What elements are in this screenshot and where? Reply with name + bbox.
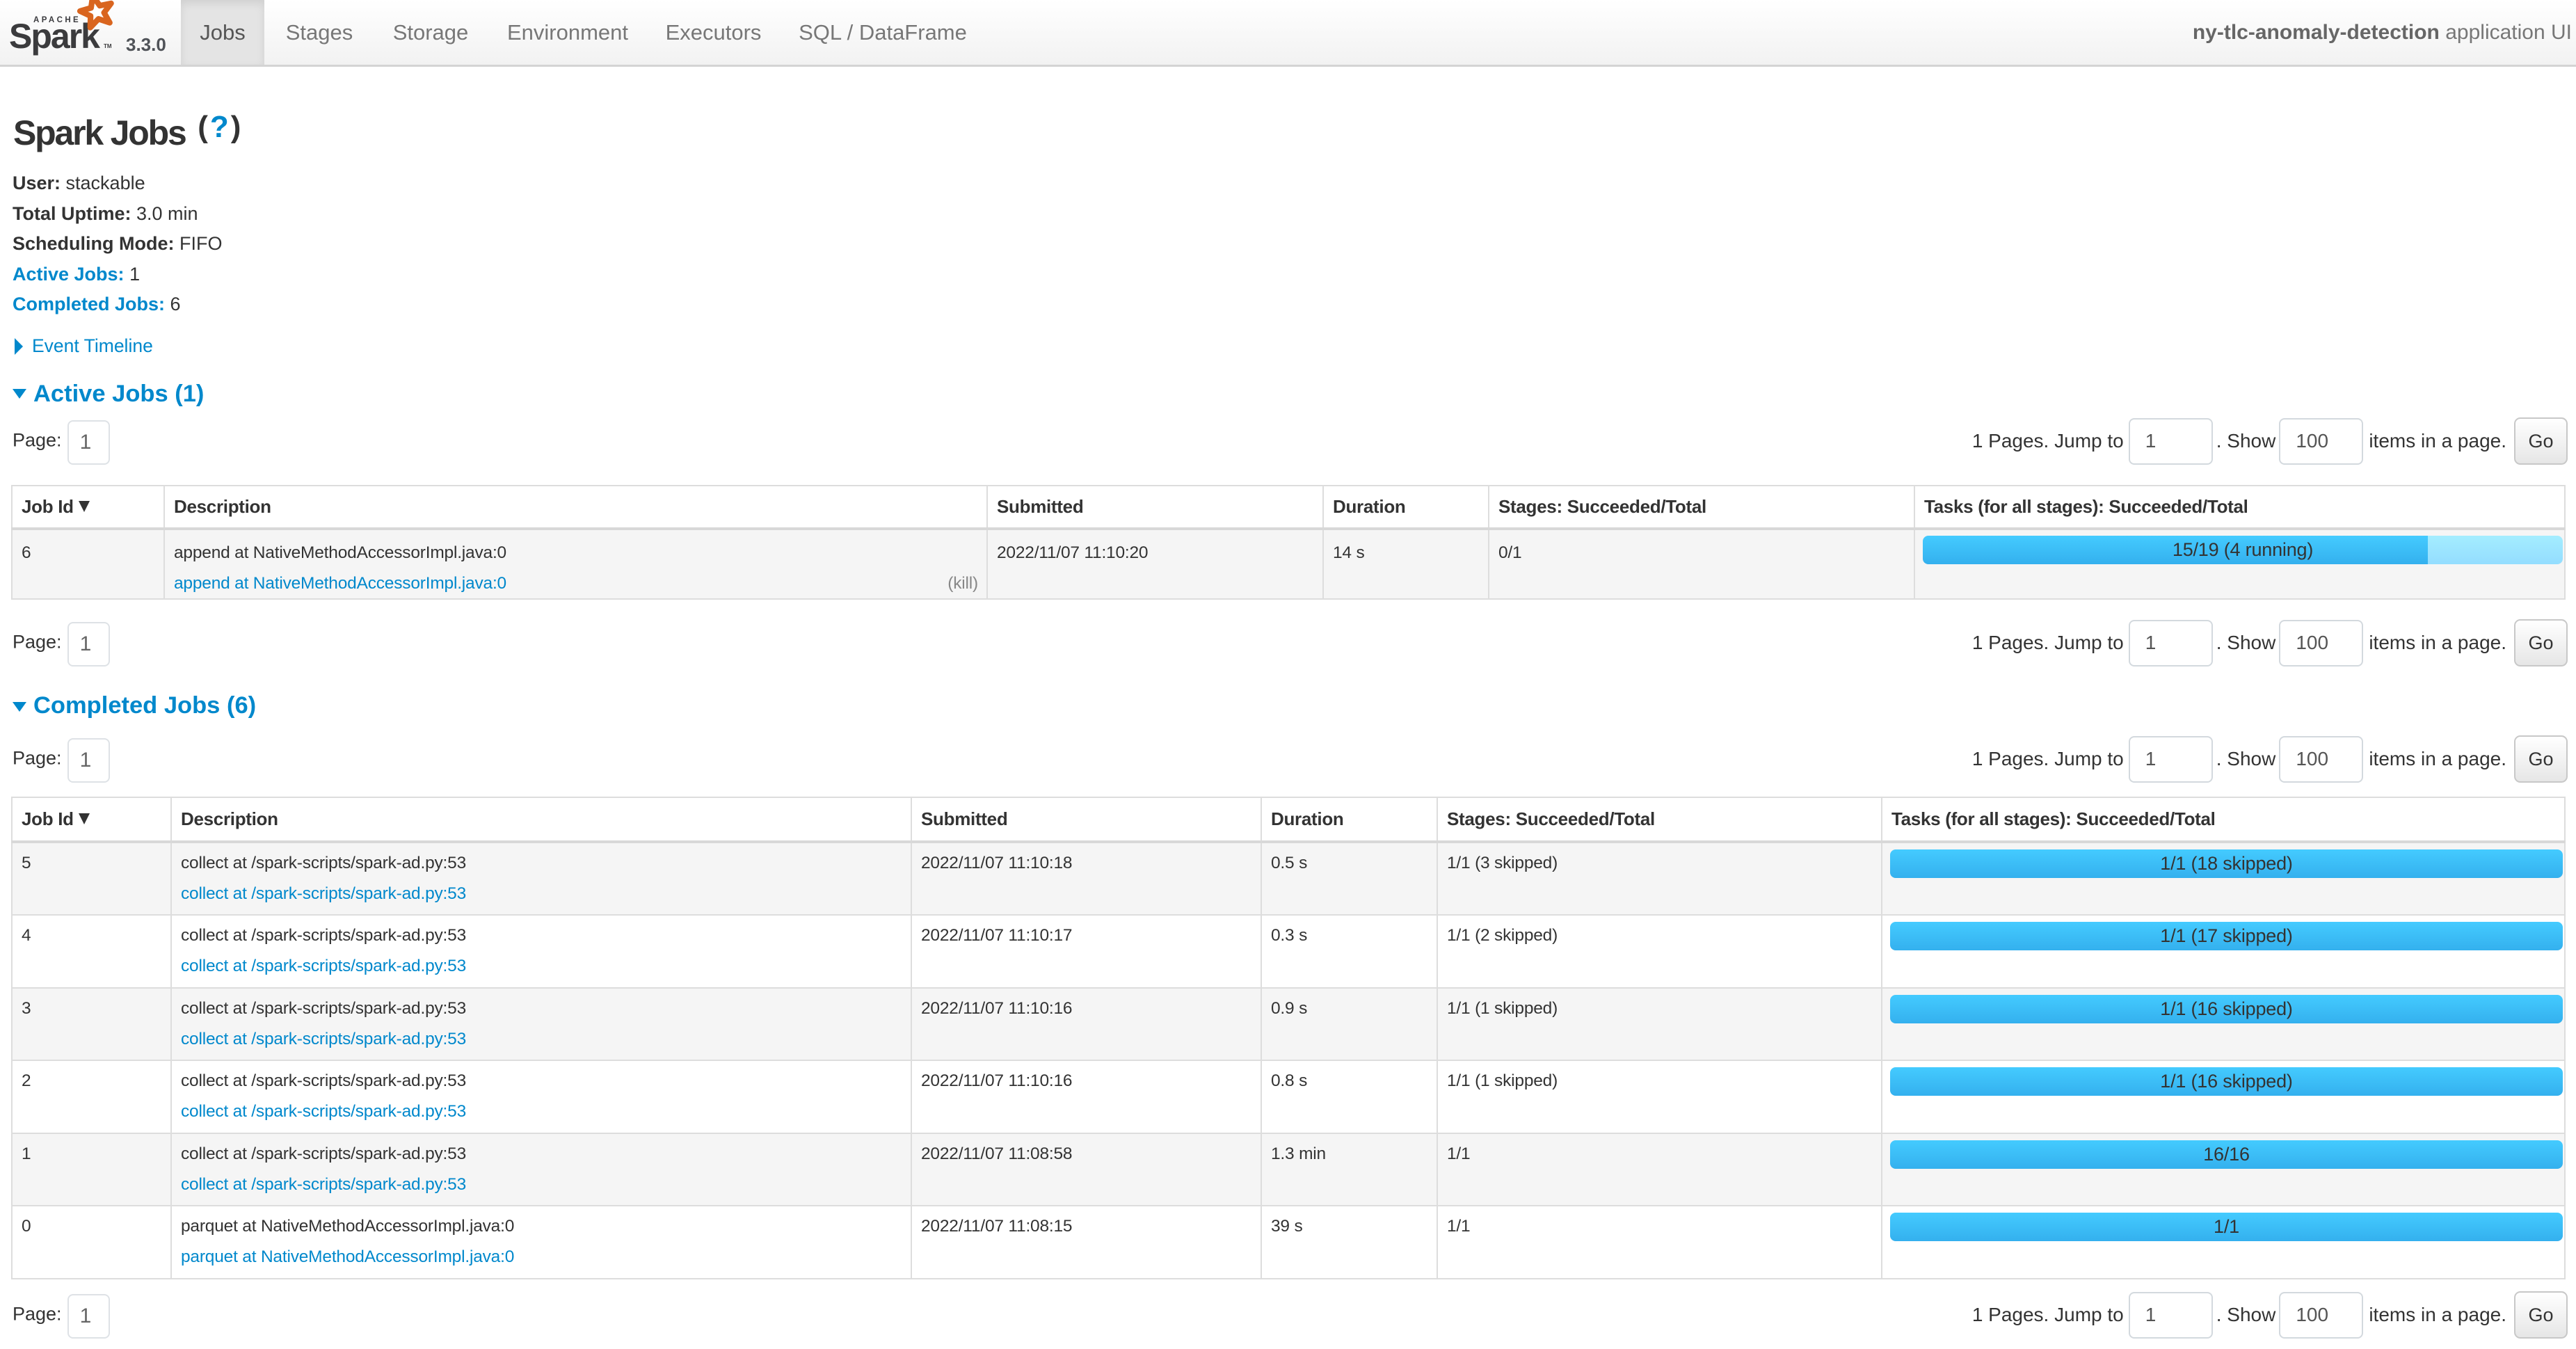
svg-text:Spark: Spark [9, 17, 100, 56]
svg-text:TM: TM [104, 43, 112, 49]
